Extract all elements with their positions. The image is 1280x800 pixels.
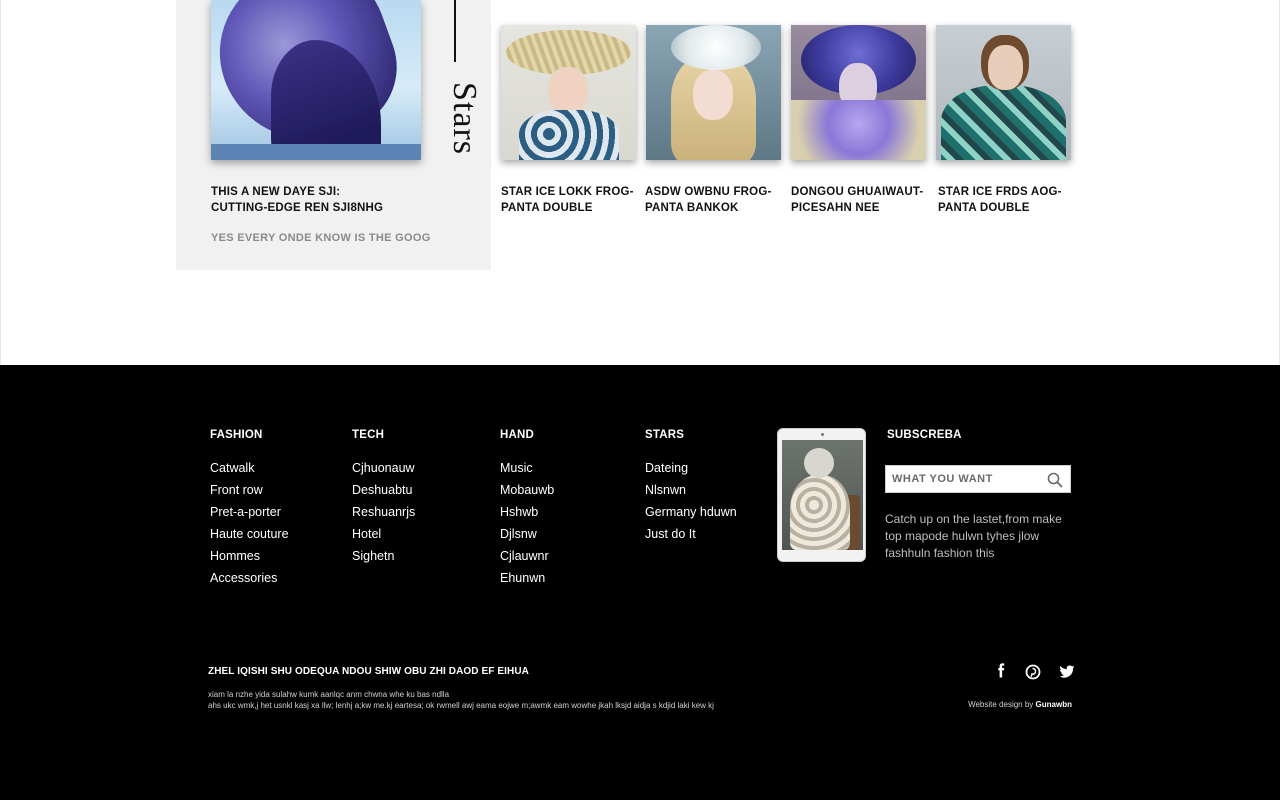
copyright-title: ZHEL IQISHI SHU ODEQUA NDOU SHIW OBU ZHI… [208,666,529,677]
thumb-caption-2[interactable]: ASDW OWBNU FROG- PANTA BANKOK [645,184,785,216]
footer-link[interactable]: Haute couture [210,527,289,549]
thumb-image-2[interactable] [646,25,781,160]
footer-column-title: HAND [500,429,535,441]
footer-link-list: Catwalk Front row Pret-a-porter Haute co… [210,461,289,593]
footer-link[interactable]: Sighetn [352,549,415,571]
footer-link[interactable]: Hotel [352,527,415,549]
tablet-screen-image [782,440,863,550]
copyright-line-2: ahs ukc wmk,j het usnkl kasj xa llw; len… [208,701,714,710]
section-title: Stars [446,82,483,155]
subscribe-description: Catch up on the lastet,from make top map… [885,512,1062,560]
feature-caption-line2: CUTTING-EDGE REN SJI8NHG [211,202,384,214]
thumb-image-4[interactable] [936,25,1071,160]
footer-link[interactable]: Front row [210,483,289,505]
footer-link[interactable]: Accessories [210,571,289,593]
footer-link[interactable]: Hshwb [500,505,554,527]
feature-image[interactable] [211,0,421,160]
thumb-caption-4[interactable]: STAR ICE FRDS AOG- PANTA DOUBLE [938,184,1078,216]
feature-subcaption: YES EVERY ONDE KNOW IS THE GOOG [211,232,431,244]
facebook-icon[interactable] [993,663,1011,681]
featured-section: Stars THIS A NEW DAYE SJI: CUTTING-EDGE … [0,0,1280,365]
tablet-app-promo[interactable] [777,428,866,562]
footer-column-fashion: FASHION Catwalk Front row Pret-a-porter … [210,429,289,593]
footer-link[interactable]: Deshuabtu [352,483,415,505]
footer-link[interactable]: Nlsnwn [645,483,737,505]
search-icon[interactable] [1047,472,1063,488]
footer-column-title: STARS [645,429,685,441]
footer-link[interactable]: Ehunwn [500,571,554,593]
footer-column-stars: STARS Dateing Nlsnwn Germany hduwn Just … [645,429,737,549]
footer-link[interactable]: Catwalk [210,461,289,483]
copyright-line-1: xiam la nzhe yida sulahw kumk aanlqc anm… [208,690,450,699]
twitter-icon[interactable] [1058,663,1076,681]
footer-link[interactable]: Music [500,461,554,483]
credit-prefix: Website design by [968,700,1034,709]
footer-link[interactable]: Djlsnw [500,527,554,549]
footer-link[interactable]: Pret-a-porter [210,505,289,527]
site-footer: FASHION Catwalk Front row Pret-a-porter … [0,365,1280,800]
pinterest-icon[interactable] [1024,663,1042,681]
tablet-camera [821,433,824,436]
footer-link[interactable]: Hommes [210,549,289,571]
footer-link[interactable]: Mobauwb [500,483,554,505]
footer-link[interactable]: Just do It [645,527,737,549]
credit-name-link[interactable]: Gunawbn [1036,700,1072,709]
footer-link[interactable]: Cjlauwnr [500,549,554,571]
subscribe-search-box [885,465,1071,493]
footer-column-title: TECH [352,429,385,441]
section-divider-line [454,0,456,62]
footer-link-list: Music Mobauwb Hshwb Djlsnw Cjlauwnr Ehun… [500,461,554,593]
footer-link-list: Cjhuonauw Deshuabtu Reshuanrjs Hotel Sig… [352,461,415,571]
footer-column-title: FASHION [210,429,263,441]
feature-caption-line1: THIS A NEW DAYE SJI: [211,186,341,198]
footer-column-hand: HAND Music Mobauwb Hshwb Djlsnw Cjlauwnr… [500,429,554,593]
design-credit: Website design by Gunawbn [968,700,1072,709]
footer-link[interactable]: Germany hduwn [645,505,737,527]
footer-column-tech: TECH Cjhuonauw Deshuabtu Reshuanrjs Hote… [352,429,415,571]
footer-link[interactable]: Reshuanrjs [352,505,415,527]
footer-link[interactable]: Cjhuonauw [352,461,415,483]
feature-caption[interactable]: THIS A NEW DAYE SJI: CUTTING-EDGE REN SJ… [211,184,383,216]
footer-link-list: Dateing Nlsnwn Germany hduwn Just do It [645,461,737,549]
thumb-image-1[interactable] [501,25,636,160]
subscribe-input[interactable] [886,466,1036,492]
thumb-caption-1[interactable]: STAR ICE LOKK FROG- PANTA DOUBLE [501,184,641,216]
footer-link[interactable]: Dateing [645,461,737,483]
thumb-caption-3[interactable]: DONGOU GHUAIWAUT- PICESAHN NEE [791,184,931,216]
subscribe-title: SUBSCREBA [887,429,962,441]
thumb-image-3[interactable] [791,25,926,160]
